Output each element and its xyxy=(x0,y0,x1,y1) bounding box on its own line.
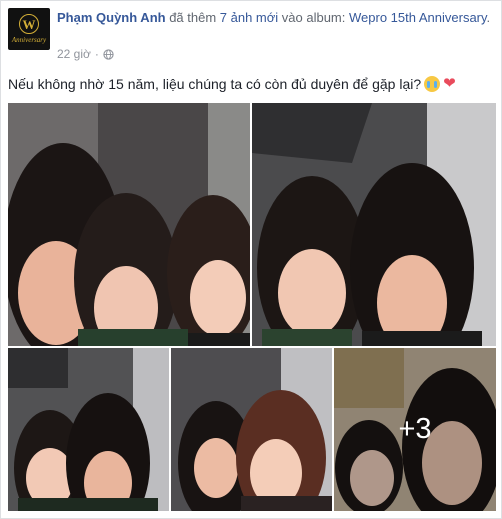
album-suffix: . xyxy=(486,10,491,25)
more-photos-count: +3 xyxy=(398,413,432,445)
meta-separator: · xyxy=(94,47,99,61)
post-caption: Nếu không nhờ 15 năm, liệu chúng ta có c… xyxy=(8,76,456,92)
album-link[interactable]: Wepro 15th Anniversary xyxy=(349,10,487,25)
preposition-text: vào album: xyxy=(278,10,349,25)
timestamp-link[interactable]: 22 giờ xyxy=(57,47,91,61)
caption-text: Nếu không nhờ 15 năm, liệu chúng ta có c… xyxy=(8,76,422,92)
author-name-link[interactable]: Phạm Quỳnh Anh xyxy=(57,10,166,25)
avatar-monogram: W xyxy=(19,14,39,34)
post-header: Phạm Quỳnh Anh đã thêm 7 ảnh mới vào alb… xyxy=(57,9,497,27)
more-photos-overlay[interactable]: +3 xyxy=(334,348,496,511)
crying-face-icon xyxy=(424,76,441,92)
post-meta: 22 giờ · xyxy=(57,47,114,61)
album-photo-2[interactable] xyxy=(252,103,496,346)
heart-icon: ❤ xyxy=(443,75,456,92)
photo-count-link[interactable]: 7 ảnh mới xyxy=(220,10,278,25)
avatar-script: Anniversary xyxy=(11,36,47,44)
album-photo-1[interactable] xyxy=(8,103,250,346)
action-text: đã thêm xyxy=(165,10,220,25)
globe-icon[interactable] xyxy=(103,48,114,60)
facebook-post: W Anniversary Phạm Quỳnh Anh đã thêm 7 ả… xyxy=(0,0,502,519)
page-avatar[interactable]: W Anniversary xyxy=(8,8,50,50)
album-photo-3[interactable] xyxy=(8,348,169,511)
album-photo-5-more[interactable]: +3 xyxy=(334,348,496,511)
album-photo-4[interactable] xyxy=(171,348,332,511)
